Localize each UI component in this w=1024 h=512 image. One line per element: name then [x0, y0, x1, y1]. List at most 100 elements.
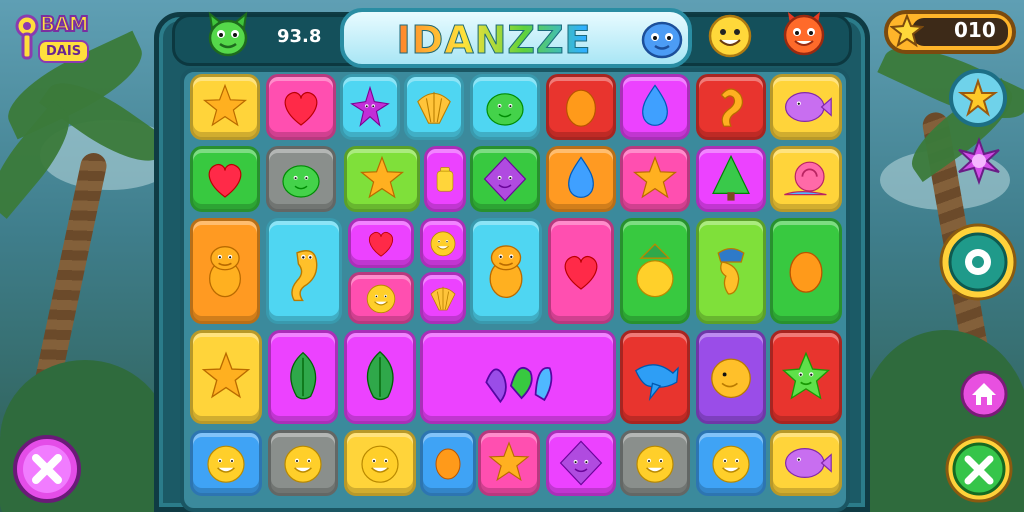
fish-icon — [785, 92, 832, 122]
game-title: IDANZZE — [344, 18, 644, 63]
board-tile[interactable] — [546, 74, 616, 140]
heart-icon — [368, 231, 394, 257]
dino-icon — [209, 246, 241, 298]
face-icon — [712, 445, 750, 483]
board-tile[interactable] — [770, 74, 842, 140]
egg-icon — [435, 448, 461, 480]
board-tile[interactable] — [770, 218, 842, 324]
board-tile[interactable] — [420, 330, 616, 424]
board-tile[interactable] — [266, 218, 342, 324]
board-tile[interactable] — [770, 330, 842, 424]
star-currency-icon — [890, 14, 924, 48]
board-tile[interactable] — [470, 74, 540, 140]
worms-icon — [485, 366, 553, 404]
board-tile[interactable] — [620, 330, 690, 424]
board-tile[interactable] — [348, 272, 414, 324]
board-tile[interactable] — [470, 218, 542, 324]
board-tile[interactable] — [696, 74, 766, 140]
star-icon — [359, 155, 405, 199]
dolphin-icon — [634, 364, 679, 402]
check-icon[interactable] — [944, 434, 1014, 504]
leaf-icon — [366, 351, 394, 401]
shell-icon — [417, 91, 451, 124]
board-tile[interactable] — [404, 74, 464, 140]
logo-title: BAM — [39, 11, 90, 37]
star-icon — [202, 83, 248, 127]
cactus-icon — [636, 243, 674, 298]
board-tile[interactable] — [348, 218, 414, 268]
board-tile[interactable] — [266, 74, 336, 140]
drop-icon — [568, 156, 594, 198]
egg-icon — [566, 89, 596, 127]
board-tile[interactable] — [190, 218, 260, 324]
bird-icon — [717, 247, 745, 295]
board-tile[interactable] — [190, 146, 260, 212]
board-tile[interactable] — [770, 430, 842, 496]
coin-count: 010 — [954, 18, 996, 42]
board-tile[interactable] — [696, 330, 766, 424]
face-icon — [366, 284, 396, 314]
board-tile[interactable] — [420, 430, 476, 496]
yellow-smiley-icon — [708, 14, 752, 58]
title-plate: IDANZZE — [340, 8, 692, 68]
blue-blob-icon — [641, 21, 683, 59]
blob-face-icon — [282, 165, 320, 198]
face-icon — [636, 445, 674, 483]
house-icon[interactable] — [960, 370, 1008, 418]
board-tile[interactable] — [190, 330, 262, 424]
blob-face-icon — [486, 93, 524, 126]
heart-icon — [284, 91, 318, 126]
board-tile[interactable] — [190, 430, 262, 496]
diamond-face-icon — [483, 156, 527, 202]
board-tile[interactable] — [344, 330, 416, 424]
board-tile[interactable] — [620, 430, 690, 496]
face-icon — [430, 231, 456, 257]
orange-devil-icon — [783, 12, 825, 56]
shell-icon — [430, 286, 456, 311]
board-tile[interactable] — [478, 430, 540, 496]
board-tile[interactable] — [696, 146, 766, 212]
star-icon — [201, 351, 251, 399]
diamond-face-icon — [559, 440, 603, 486]
hook-icon — [720, 88, 743, 127]
game-logo-badge[interactable]: BAM DAIS — [12, 10, 102, 66]
board-tile[interactable] — [696, 430, 766, 496]
board-tile[interactable] — [546, 430, 616, 496]
board-tile[interactable] — [770, 146, 842, 212]
fish-icon — [785, 448, 832, 478]
board-tile[interactable] — [340, 74, 400, 140]
board-tile[interactable] — [620, 218, 690, 324]
board-tile[interactable] — [420, 272, 466, 324]
board-tile[interactable] — [620, 146, 690, 212]
face-icon — [361, 445, 399, 483]
board-tile[interactable] — [268, 430, 338, 496]
seahorse-icon — [291, 250, 318, 302]
board-tile[interactable] — [266, 146, 336, 212]
target-icon[interactable] — [938, 222, 1018, 302]
dino-icon — [489, 245, 523, 299]
board-tile[interactable] — [190, 74, 260, 140]
board-tile[interactable] — [546, 146, 616, 212]
leaf-icon — [290, 351, 317, 400]
board-tile[interactable] — [344, 430, 416, 496]
score-readout: 93.8 — [277, 26, 322, 47]
board-tile[interactable] — [470, 146, 540, 212]
board-tile[interactable] — [420, 218, 466, 268]
close-icon[interactable] — [12, 434, 82, 504]
face-icon — [207, 445, 245, 483]
bottle-icon — [436, 167, 454, 192]
board-tile[interactable] — [548, 218, 614, 324]
heart-icon — [564, 255, 598, 290]
face-icon — [284, 445, 322, 483]
board-tile[interactable] — [268, 330, 338, 424]
star-icon[interactable] — [948, 68, 1008, 128]
heart-icon — [208, 163, 242, 198]
board-tile[interactable] — [620, 74, 690, 140]
board-tile[interactable] — [344, 146, 420, 212]
sparkle-icon[interactable] — [954, 136, 1004, 186]
star-face-icon — [781, 351, 831, 400]
starfish-icon — [350, 85, 390, 127]
egg-icon — [789, 251, 823, 293]
board-tile[interactable] — [696, 218, 766, 324]
board-tile[interactable] — [424, 146, 466, 212]
